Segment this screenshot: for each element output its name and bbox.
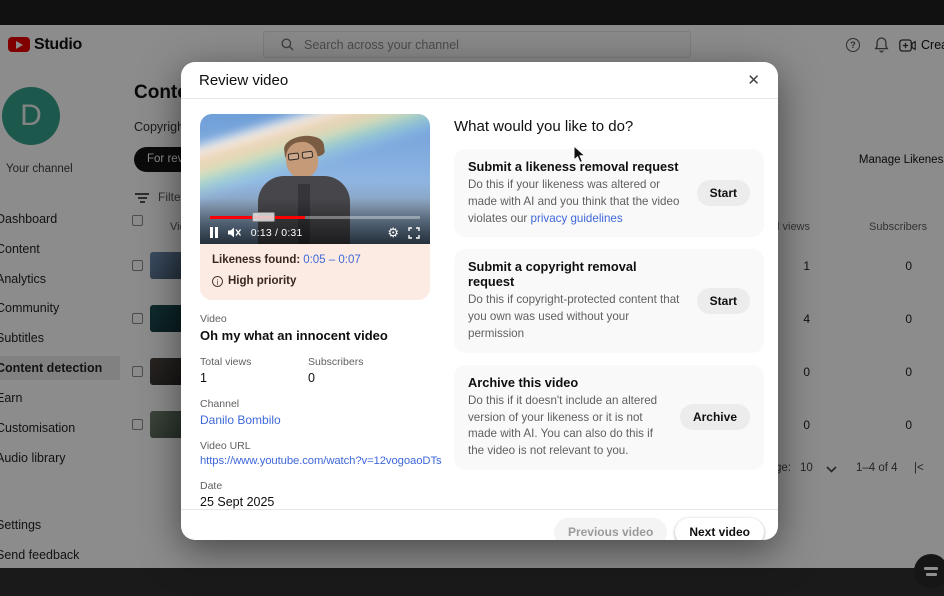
progress-bar[interactable] [210, 212, 420, 222]
channel-label: Channel [200, 398, 240, 410]
total-views-value: 1 [200, 371, 207, 385]
likeness-removal-card: Submit a likeness removal request Do thi… [454, 149, 764, 238]
info-icon: i [212, 275, 223, 287]
start-copyright-removal-button[interactable]: Start [696, 288, 750, 315]
video-title: Oh my what an innocent video [200, 328, 388, 343]
letterbox-bottom [0, 568, 944, 596]
mouse-cursor [573, 145, 587, 164]
previous-video-button[interactable]: Previous video [553, 518, 668, 540]
likeness-found-panel: Likeness found: 0:05 – 0:07 i High priori… [200, 244, 430, 300]
modal-footer: Previous video Next video [181, 509, 778, 540]
subscribers-value: 0 [308, 371, 315, 385]
close-icon[interactable]: ✕ [747, 71, 760, 89]
archive-button[interactable]: Archive [679, 404, 750, 431]
video-url-link[interactable]: https://www.youtube.com/watch?v=12vogoao… [200, 455, 442, 467]
archive-video-card: Archive this video Do this if it doesn't… [454, 364, 764, 470]
settings-gear-icon[interactable]: ⚙ [387, 226, 399, 239]
muted-speaker-icon[interactable] [227, 226, 242, 239]
fullscreen-icon[interactable] [408, 226, 420, 239]
video-label: Video [200, 313, 227, 325]
privacy-guidelines-link[interactable]: privacy guidelines [531, 212, 623, 225]
likeness-time-range[interactable]: 0:05 – 0:07 [303, 254, 361, 266]
likeness-found-label: Likeness found: [212, 254, 301, 266]
video-player[interactable]: 0:13 / 0:31 ⚙ [200, 114, 430, 244]
total-views-label: Total views [200, 356, 252, 368]
channel-link[interactable]: Danilo Bombilo [200, 413, 430, 427]
watermark-badge [914, 554, 944, 588]
date-label: Date [200, 480, 223, 492]
date-value: 25 Sept 2025 [200, 495, 275, 509]
pause-icon[interactable] [210, 227, 218, 238]
video-url-label: Video URL [200, 440, 251, 452]
stats-row: Total views 1 Subscribers 0 [200, 343, 430, 385]
player-controls: 0:13 / 0:31 ⚙ [210, 226, 420, 239]
review-video-modal: Review video ✕ 0:13 / 0:31 ⚙ Likeness fo… [181, 62, 778, 540]
card-description: Do this if it doesn't include an altered… [468, 393, 658, 458]
card-title: Submit a copyright removal request [468, 259, 637, 290]
modal-body: 0:13 / 0:31 ⚙ Likeness found: 0:05 – 0:07… [181, 99, 778, 509]
start-likeness-removal-button[interactable]: Start [696, 180, 750, 207]
actions-column: What would you like to do? Submit a like… [454, 114, 764, 509]
screenshot-stage: Studio ? Create D Your channel Dashboard… [0, 0, 944, 596]
priority-badge: High priority [228, 275, 297, 287]
card-title: Archive this video [468, 374, 579, 390]
letterbox-top [0, 0, 944, 25]
modal-header: Review video ✕ [181, 62, 778, 99]
copyright-removal-card: Submit a copyright removal request Do th… [454, 249, 764, 353]
card-description: Do this if copyright-protected content t… [468, 293, 680, 340]
actions-heading: What would you like to do? [454, 118, 634, 135]
modal-title: Review video [199, 71, 289, 89]
time-display: 0:13 / 0:31 [250, 226, 303, 239]
likeness-segment-marker[interactable] [252, 212, 276, 222]
subscribers-label: Subscribers [308, 356, 364, 368]
next-video-button[interactable]: Next video [675, 518, 764, 540]
video-details-column: 0:13 / 0:31 ⚙ Likeness found: 0:05 – 0:07… [200, 114, 442, 509]
